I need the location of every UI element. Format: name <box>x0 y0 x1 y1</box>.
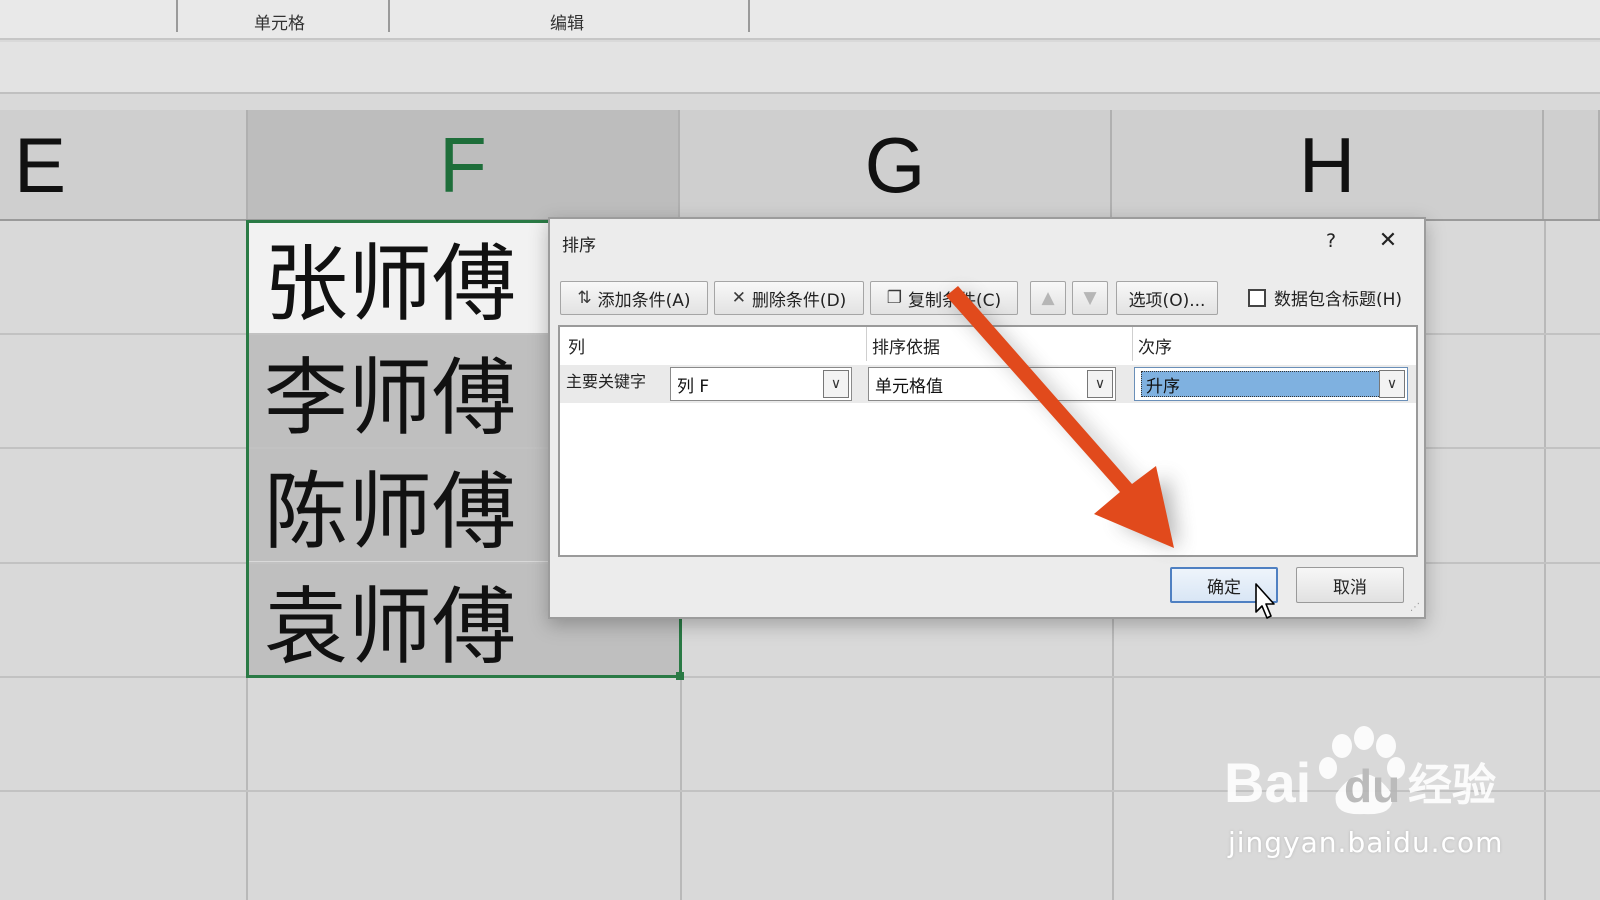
column-header-label: E <box>14 120 67 209</box>
column-header-label: H <box>1298 120 1356 209</box>
ribbon-group-editing: 编辑 <box>550 14 584 34</box>
primary-key-label: 主要关键字 <box>566 372 647 391</box>
heading-divider <box>866 327 867 361</box>
watermark-logo-text-du: du <box>1344 760 1400 812</box>
ribbon-separator <box>388 0 390 32</box>
ribbon-separator <box>176 0 178 32</box>
watermark-logo-text: Bai <box>1224 751 1311 814</box>
sort-dialog: 排序 ? ✕ ⇅ 添加条件(A) ✕ 删除条件(D) ❐ 复制条件(C) ▲ ▼… <box>548 217 1426 619</box>
column-header-i[interactable] <box>1544 110 1600 220</box>
watermark-brand-cn: 经验 <box>1408 760 1496 811</box>
triangle-down-icon: ▼ <box>1083 288 1097 308</box>
move-up-button[interactable]: ▲ <box>1030 281 1066 315</box>
column-header-e[interactable]: E <box>0 110 248 220</box>
help-button[interactable]: ? <box>1316 227 1346 255</box>
chevron-down-icon[interactable]: ∨ <box>1379 370 1405 398</box>
grid-line <box>1544 221 1546 900</box>
options-label: 选项(O)... <box>1128 290 1206 311</box>
move-down-button[interactable]: ▼ <box>1072 281 1108 315</box>
cell-text: 陈师傅 <box>264 462 517 561</box>
ribbon-group-cells: 单元格 <box>254 14 305 34</box>
ribbon-separator <box>748 0 750 32</box>
has-headers-checkbox-group[interactable]: 数据包含标题(H) <box>1248 285 1402 310</box>
column-select-value: 列 F <box>677 376 710 397</box>
add-level-label: 添加条件(A) <box>597 290 691 311</box>
column-heading: 列 <box>568 338 585 358</box>
ok-button[interactable]: 确定 <box>1170 567 1278 603</box>
fill-handle[interactable] <box>676 672 684 680</box>
close-button[interactable]: ✕ <box>1372 227 1404 255</box>
sort-levels-panel: 列 排序依据 次序 主要关键字 列 F ∨ 单元格值 ∨ 升序 ∨ <box>558 325 1418 557</box>
has-headers-checkbox[interactable] <box>1248 288 1266 307</box>
sort-on-heading: 排序依据 <box>872 338 940 358</box>
cancel-button[interactable]: 取消 <box>1296 567 1404 603</box>
order-select[interactable]: 升序 ∨ <box>1134 367 1408 401</box>
column-header-label: G <box>864 120 926 209</box>
cell-text: 李师傅 <box>264 348 517 447</box>
resize-grip-icon[interactable]: ⋰ <box>1410 602 1420 613</box>
delete-level-label: 删除条件(D) <box>751 290 847 311</box>
copy-icon: ❐ <box>886 288 903 308</box>
heading-divider <box>1132 327 1133 361</box>
column-header-h[interactable]: H <box>1112 110 1544 220</box>
delete-level-button[interactable]: ✕ 删除条件(D) <box>714 281 864 315</box>
sort-on-select[interactable]: 单元格值 ∨ <box>868 367 1116 401</box>
grid-line <box>0 676 1600 678</box>
ribbon-group-labels: 单元格 编辑 <box>0 0 1600 40</box>
column-select[interactable]: 列 F ∨ <box>670 367 852 401</box>
sort-on-select-value: 单元格值 <box>875 376 943 397</box>
column-header-g[interactable]: G <box>680 110 1112 220</box>
triangle-up-icon: ▲ <box>1041 288 1055 308</box>
cell-text: 张师傅 <box>264 234 517 333</box>
sort-az-icon: ⇅ <box>577 288 592 308</box>
dialog-title: 排序 <box>562 236 596 256</box>
column-header-label: F <box>439 120 487 209</box>
options-button[interactable]: 选项(O)... <box>1116 281 1218 315</box>
chevron-down-icon[interactable]: ∨ <box>823 370 849 398</box>
chevron-down-icon[interactable]: ∨ <box>1087 370 1113 398</box>
copy-level-button[interactable]: ❐ 复制条件(C) <box>870 281 1018 315</box>
watermark-url: jingyan.baidu.com <box>1228 826 1504 859</box>
order-heading: 次序 <box>1138 338 1172 358</box>
has-headers-label: 数据包含标题(H) <box>1274 290 1403 310</box>
copy-level-label: 复制条件(C) <box>908 290 1002 311</box>
column-header-f[interactable]: F <box>248 110 680 220</box>
delete-x-icon: ✕ <box>731 288 746 308</box>
cell-text: 袁师傅 <box>264 577 517 676</box>
formula-bar-area <box>0 42 1600 94</box>
add-level-button[interactable]: ⇅ 添加条件(A) <box>560 281 708 315</box>
order-select-value: 升序 <box>1141 371 1403 397</box>
